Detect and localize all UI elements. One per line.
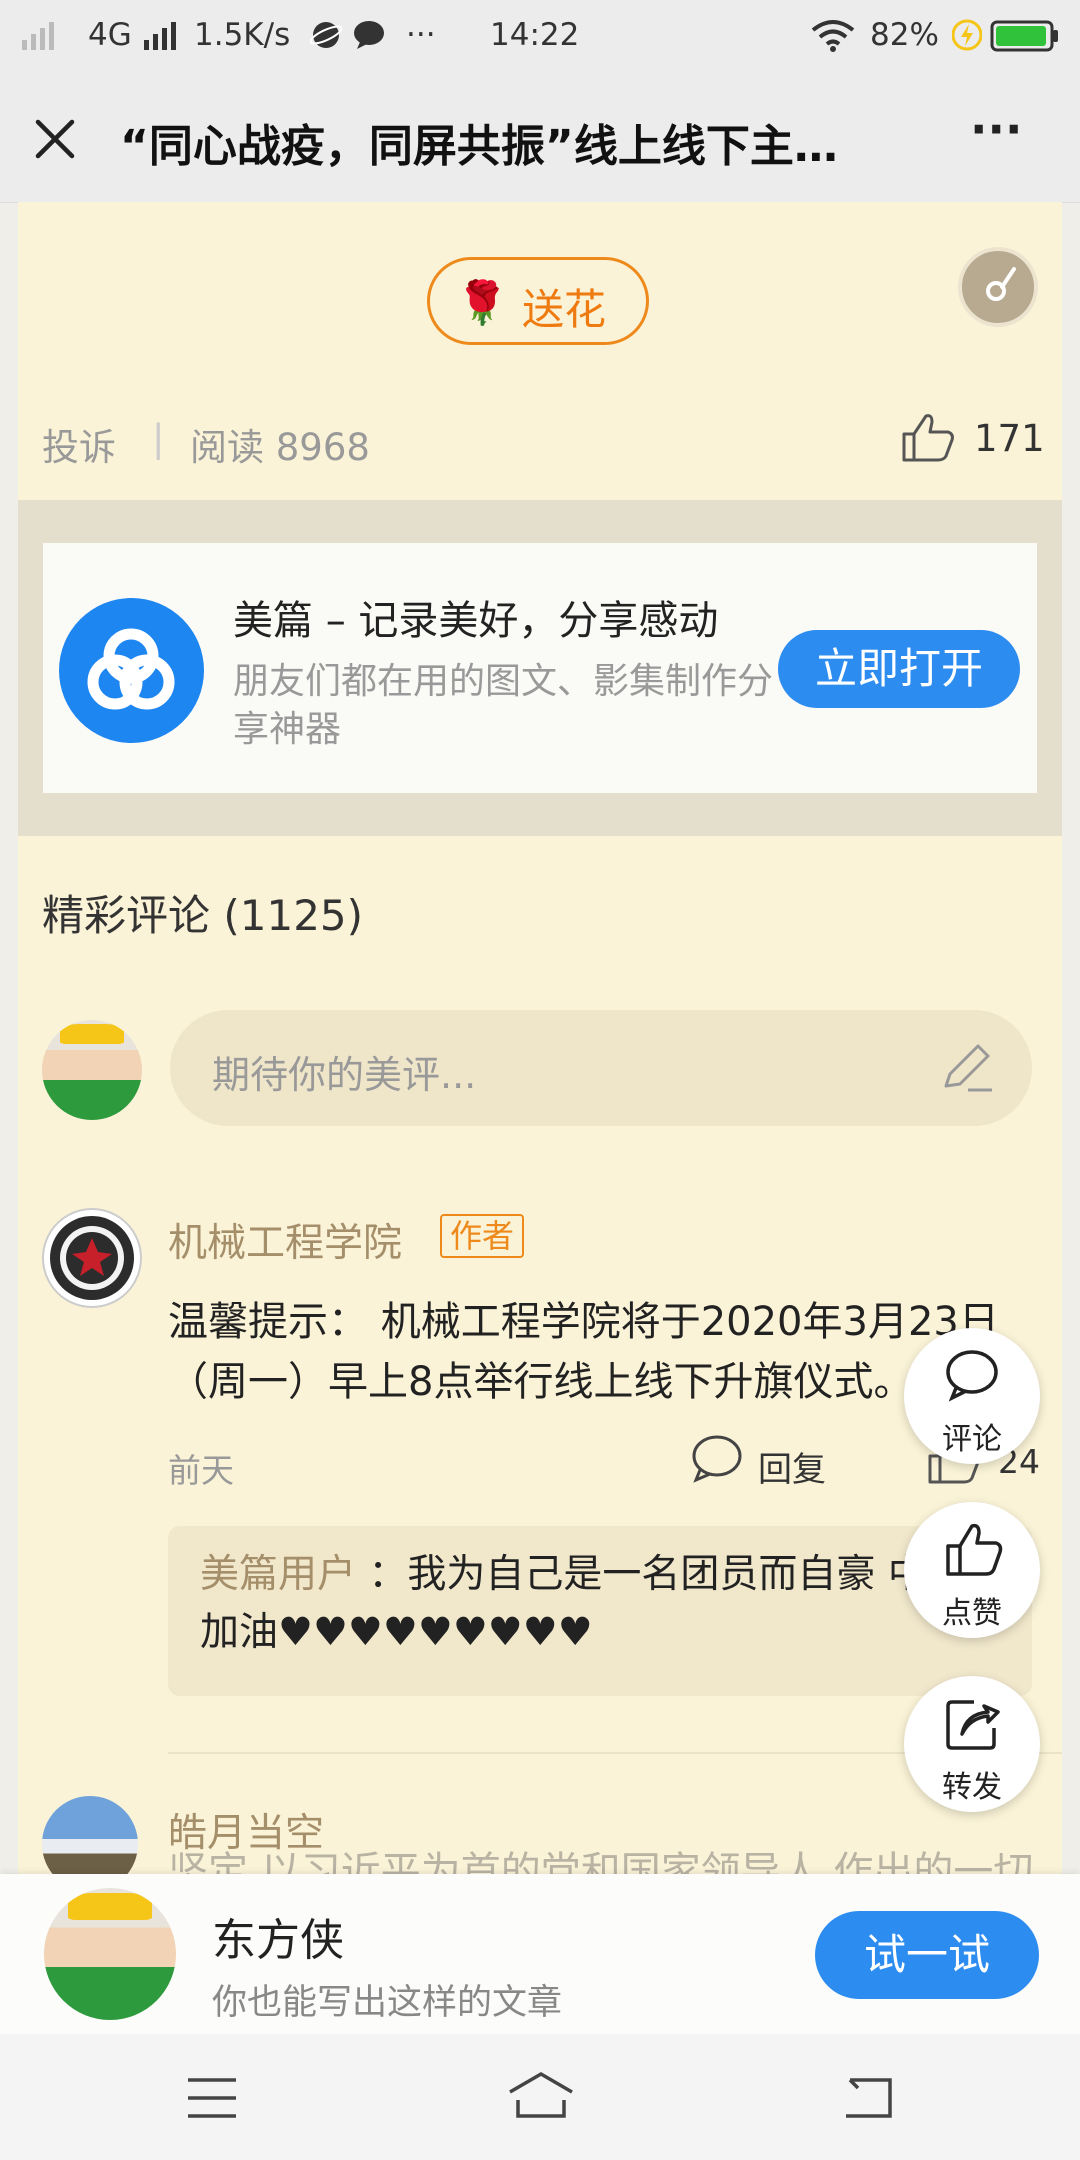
comments-heading: 精彩评论 (1125) (42, 882, 363, 943)
send-flower-button[interactable]: 🌹 送花 (427, 257, 649, 345)
music-toggle-button[interactable] (958, 247, 1038, 327)
promo-subtitle: 你也能写出这样的文章 (212, 1983, 563, 2023)
avatar (42, 1208, 142, 1308)
try-button[interactable]: 试一试 (815, 1911, 1039, 1999)
network-type: 4G (88, 17, 132, 53)
app-promo-card[interactable]: 美篇 – 记录美好，分享感动 朋友们都在用的图文、影集制作分享神器 立即打开 (43, 543, 1037, 793)
float-comment-button[interactable]: 评论 (904, 1328, 1040, 1464)
home-icon[interactable] (506, 2070, 576, 2124)
like-button[interactable] (900, 412, 956, 468)
reply-box: 美篇用户 ：我为自己是一名团员而自豪 中国加油♥♥♥♥♥♥♥♥♥ (168, 1526, 1032, 1696)
float-like-label: 点赞 (942, 1596, 1002, 1631)
chat-icon (352, 20, 386, 58)
float-share-button[interactable]: 转发 (904, 1676, 1040, 1812)
comments-title: 精彩评论 (42, 891, 211, 940)
comment-time: 前天 (168, 1451, 234, 1490)
signal-icon (22, 20, 58, 58)
speech-bubble-icon (692, 1435, 742, 1483)
reply-user[interactable]: 美篇用户 (200, 1552, 356, 1597)
send-flower-label: 送花 (522, 285, 607, 334)
title-bar: “同心战疫，同屏共振”线上线下主… ··· (0, 72, 1080, 203)
meta-divider: | (152, 417, 165, 460)
open-app-button[interactable]: 立即打开 (778, 630, 1020, 708)
float-comment-label: 评论 (942, 1422, 1002, 1457)
author-badge: 作者 (440, 1214, 525, 1258)
comment-icon (944, 1348, 1000, 1412)
article-content: 🌹 送花 投诉 | 阅读 8968 171 美篇 – 记录美好，分享感动 朋友们 (18, 202, 1062, 2033)
system-nav-bar (0, 2034, 1080, 2160)
signal-icon (144, 20, 180, 58)
reply-button[interactable] (690, 1434, 744, 1488)
menu-icon[interactable] (186, 2076, 238, 2124)
app-promo-banner: 美篇 – 记录美好，分享感动 朋友们都在用的图文、影集制作分享神器 立即打开 (18, 500, 1062, 836)
share-icon (944, 1696, 1004, 1760)
close-icon[interactable] (30, 114, 80, 168)
banner-subtitle: 朋友们都在用的图文、影集制作分享神器 (233, 661, 774, 750)
float-share-label: 转发 (942, 1770, 1002, 1805)
status-bar: 4G 1.5K/s ··· 14:22 82% (0, 0, 1080, 72)
thumbs-up-icon (944, 1522, 1004, 1586)
charging-icon (951, 18, 983, 60)
more-status: ··· (406, 17, 436, 53)
meipian-logo-icon (59, 598, 204, 743)
float-like-button[interactable]: 点赞 (904, 1502, 1040, 1638)
battery-icon (990, 20, 1060, 60)
wifi-icon (810, 18, 856, 60)
network-speed: 1.5K/s (194, 17, 291, 53)
back-icon[interactable] (840, 2074, 896, 2124)
write-promo-bar: 东方侠 你也能写出这样的文章 试一试 (0, 1874, 1080, 2034)
page-title: “同心战疫，同屏共振”线上线下主… (120, 121, 838, 172)
comment-input-placeholder: 期待你的美评... (212, 1053, 477, 1097)
comment-author[interactable]: 机械工程学院 (168, 1212, 402, 1268)
battery-percent: 82% (870, 17, 939, 53)
rose-icon: 🌹 (456, 278, 509, 327)
like-count: 171 (974, 417, 1045, 460)
reply-text: 美篇用户 ：我为自己是一名团员而自豪 中国加油♥♥♥♥♥♥♥♥♥ (200, 1546, 1000, 1662)
promo-user-name: 东方侠 (212, 1915, 344, 1966)
report-link[interactable]: 投诉 (42, 417, 116, 471)
pencil-icon (938, 1038, 994, 1103)
avatar (44, 1888, 176, 2020)
banner-title: 美篇 – 记录美好，分享感动 (233, 598, 719, 644)
more-menu-button[interactable]: ··· (970, 102, 1022, 156)
status-time: 14:22 (490, 17, 580, 53)
comment-input[interactable]: 期待你的美评... (170, 1010, 1032, 1126)
read-count: 阅读 8968 (190, 426, 370, 469)
comments-count: (1125) (223, 891, 364, 940)
reply-label[interactable]: 回复 (758, 1442, 826, 1491)
music-note-icon (986, 267, 1016, 301)
thumbs-up-icon (902, 414, 954, 462)
avatar (42, 1020, 142, 1120)
browser-icon (309, 20, 343, 58)
